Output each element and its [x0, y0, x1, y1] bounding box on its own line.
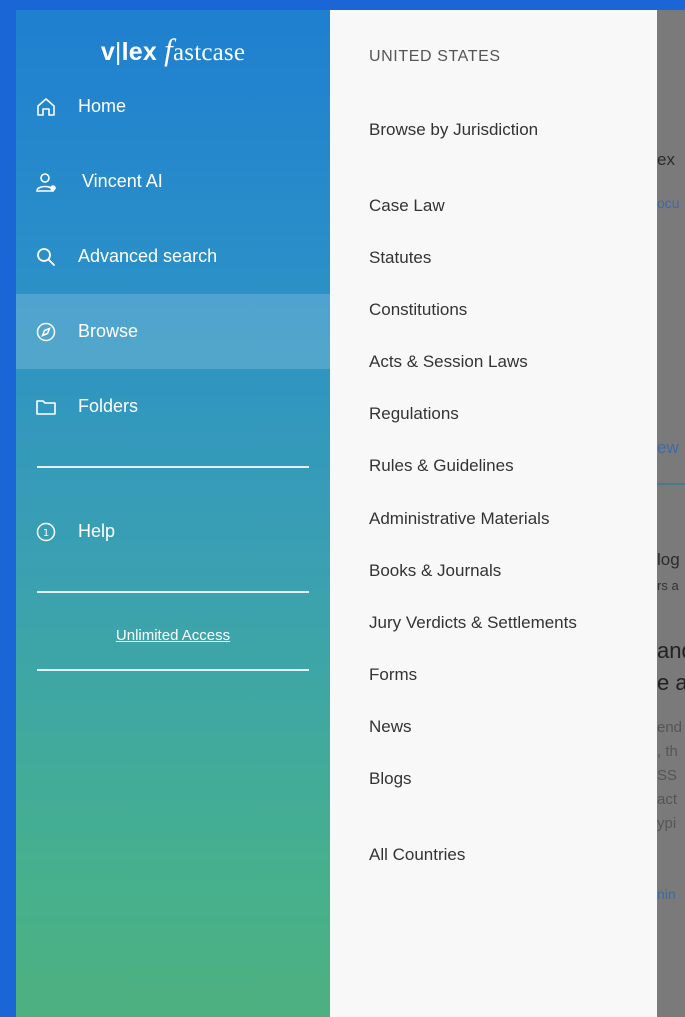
- background-text: log: [657, 550, 680, 569]
- logo-part: v: [100, 38, 115, 66]
- sidebar-divider: [37, 466, 309, 468]
- nav-item-help[interactable]: 1 Help: [16, 494, 330, 569]
- user-icon: [36, 172, 56, 192]
- nav-item-label: Browse: [78, 321, 139, 341]
- svg-text:1: 1: [43, 528, 49, 539]
- compass-icon: [36, 322, 56, 341]
- country-heading: UNITED STATES: [369, 48, 501, 65]
- help-icon: 1: [36, 522, 56, 541]
- menu-item-blogs[interactable]: Blogs: [369, 769, 412, 789]
- sidebar: v|lex fastcase Home Vincent AI Advanced …: [16, 10, 330, 1017]
- nav-item-label: Vincent AI: [82, 171, 163, 191]
- nav-item-vincent-ai[interactable]: Vincent AI: [16, 144, 330, 219]
- logo-part: |: [114, 38, 122, 66]
- menu-item-acts-session-laws[interactable]: Acts & Session Laws: [369, 352, 528, 372]
- background-text: ew: [657, 438, 679, 457]
- nav-item-label: Advanced search: [78, 246, 218, 266]
- nav-item-label: Help: [78, 521, 116, 541]
- background-text: and: [657, 638, 685, 663]
- folder-icon: [36, 399, 56, 415]
- window-frame-top: [0, 0, 685, 10]
- sidebar-divider: [37, 669, 309, 671]
- menu-item-administrative-materials[interactable]: Administrative Materials: [369, 509, 549, 529]
- vlex-fastcase-logo: v|lex fastcase: [16, 32, 330, 68]
- search-icon: [37, 247, 55, 266]
- nav-item-home[interactable]: Home: [16, 69, 330, 144]
- unlimited-access-link[interactable]: Unlimited Access: [16, 627, 330, 644]
- background-text: ypi: [657, 815, 677, 832]
- browse-menu-panel: UNITED STATES Browse by Jurisdiction Cas…: [330, 10, 657, 1017]
- menu-item-forms[interactable]: Forms: [369, 665, 417, 685]
- background-text: ex: [657, 150, 675, 169]
- menu-item-rules-guidelines[interactable]: Rules & Guidelines: [369, 456, 514, 476]
- window-frame-left: [0, 0, 16, 1017]
- menu-item-jury-verdicts-settlements[interactable]: Jury Verdicts & Settlements: [369, 613, 577, 633]
- logo-part: astcase: [172, 39, 246, 66]
- home-icon: [37, 97, 55, 116]
- background-text: act: [657, 791, 678, 808]
- menu-item-news[interactable]: News: [369, 717, 412, 737]
- sidebar-divider: [37, 591, 309, 593]
- menu-item-regulations[interactable]: Regulations: [369, 404, 459, 424]
- menu-item-statutes[interactable]: Statutes: [369, 248, 431, 268]
- nav-item-browse[interactable]: Browse: [16, 294, 330, 369]
- nav-item-label: Home: [78, 96, 127, 116]
- nav-item-folders[interactable]: Folders: [16, 369, 330, 444]
- background-text: SS: [657, 767, 678, 784]
- nav-item-label: Folders: [78, 396, 139, 416]
- logo-part: lex: [121, 38, 157, 66]
- logo-part: f: [164, 32, 173, 67]
- background-page-overlay[interactable]: ex ocu ew log rs a and e a end , th SS a…: [657, 10, 685, 1017]
- background-text: rs a: [657, 578, 679, 593]
- menu-item-case-law[interactable]: Case Law: [369, 196, 445, 216]
- background-tab-underline: [657, 483, 685, 485]
- menu-item-browse-by-jurisdiction[interactable]: Browse by Jurisdiction: [369, 120, 538, 140]
- menu-item-constitutions[interactable]: Constitutions: [369, 300, 467, 320]
- background-text: e a: [657, 670, 685, 695]
- nav-item-advanced-search[interactable]: Advanced search: [16, 219, 330, 294]
- menu-item-all-countries[interactable]: All Countries: [369, 845, 465, 865]
- background-text: nin: [657, 886, 676, 902]
- menu-item-books-journals[interactable]: Books & Journals: [369, 561, 501, 581]
- background-text: ocu: [657, 195, 680, 211]
- background-text: end: [657, 719, 683, 736]
- background-text: , th: [657, 743, 678, 760]
